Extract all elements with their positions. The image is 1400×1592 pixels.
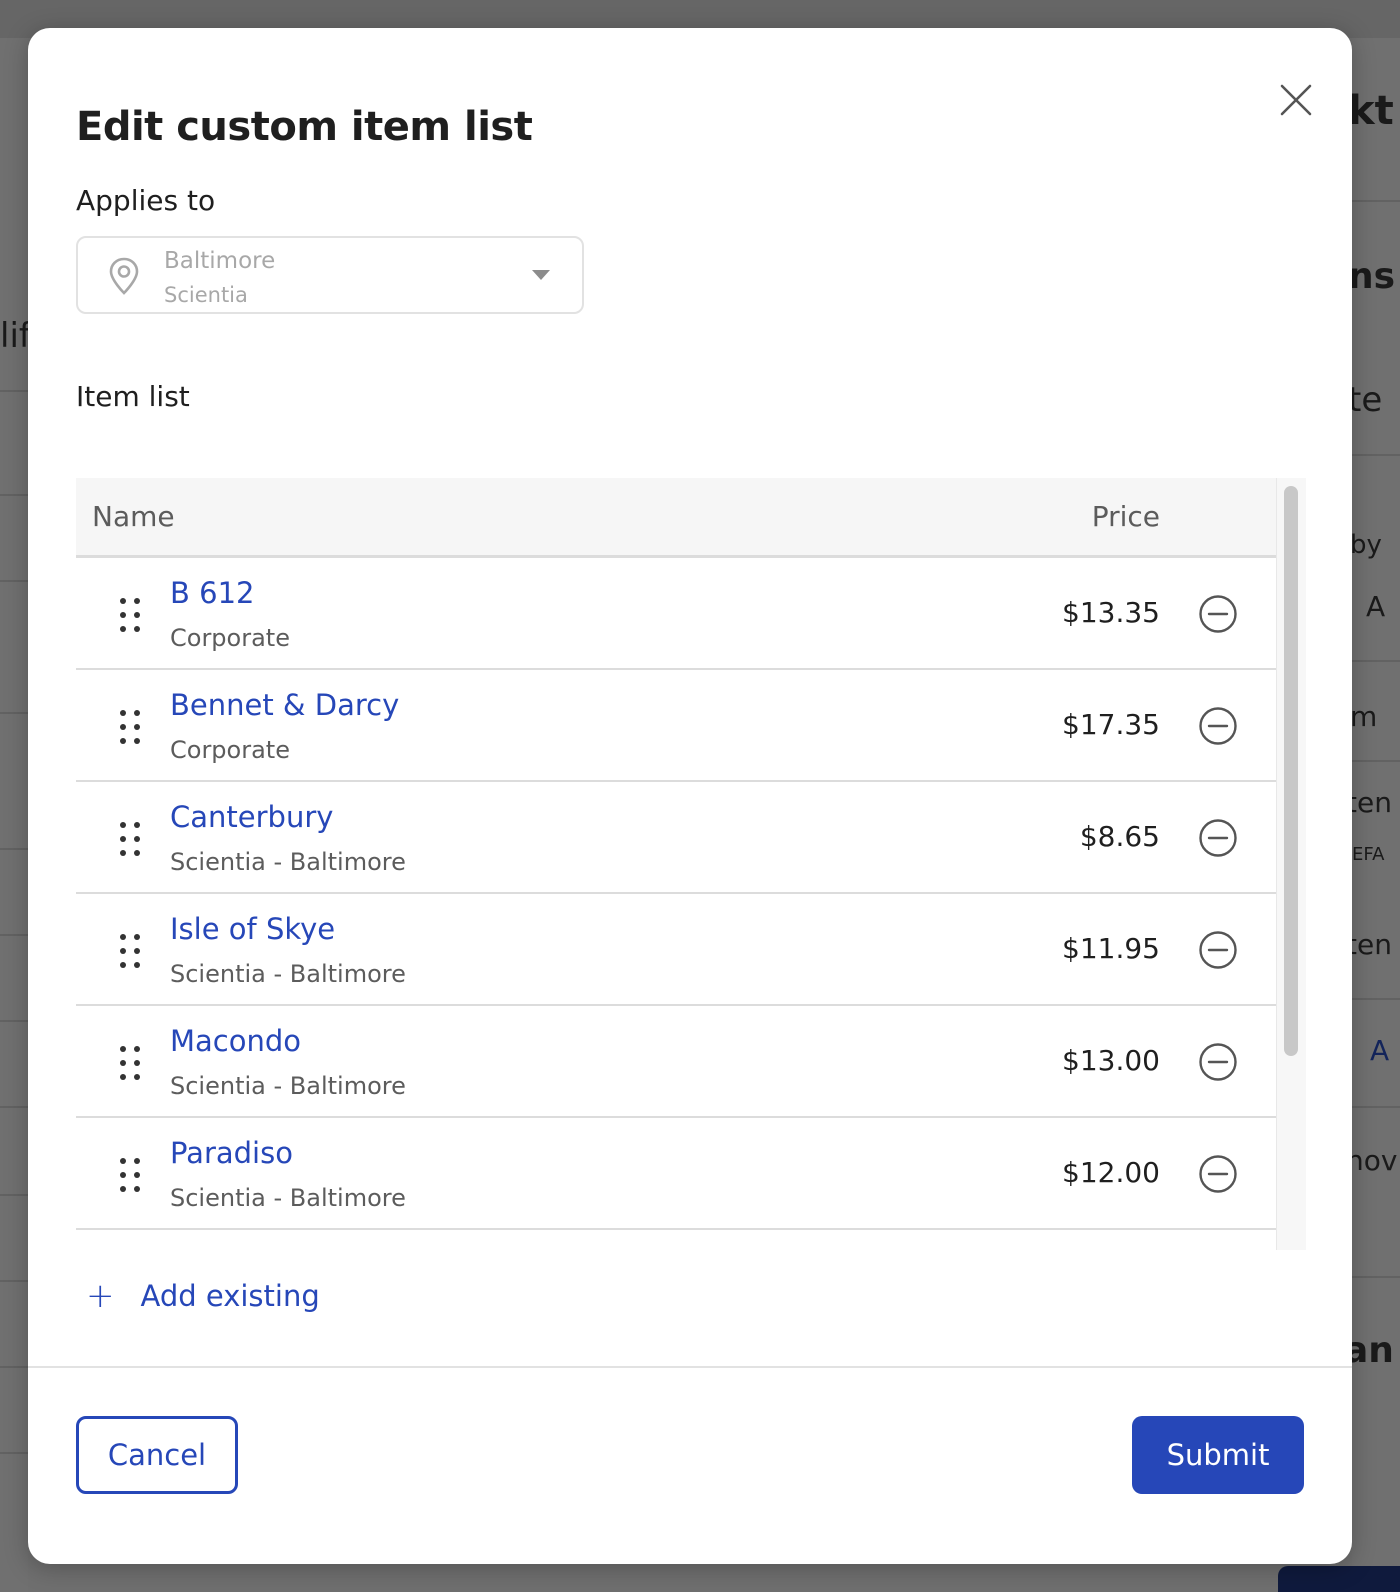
item-name-link[interactable]: Isle of Skye [170,912,335,946]
background-text: lif [0,316,31,356]
submit-button[interactable]: Submit [1132,1416,1304,1494]
remove-item-icon[interactable] [1198,1042,1238,1082]
item-group: Scientia - Baltimore [170,1184,406,1212]
location-select[interactable]: Baltimore Scientia [76,236,584,314]
plus-icon: + [86,1276,115,1316]
remove-item-icon[interactable] [1198,1154,1238,1194]
table-row: B 612 Corporate $13.35 [76,558,1276,670]
table-row: Isle of Skye Scientia - Baltimore $11.95 [76,894,1276,1006]
item-list-label: Item list [76,380,190,413]
background-divider [1352,998,1400,1000]
item-group: Scientia - Baltimore [170,1072,406,1100]
table-row: Paradiso Scientia - Baltimore $12.00 [76,1118,1276,1230]
footer-divider [28,1366,1352,1368]
background-divider [0,494,28,496]
table-row: Macondo Scientia - Baltimore $13.00 [76,1006,1276,1118]
selected-location-city: Baltimore [164,248,276,274]
location-pin-icon [109,257,139,295]
applies-to-label: Applies to [76,184,216,217]
remove-item-icon[interactable] [1198,594,1238,634]
background-divider [0,712,28,714]
background-divider [1352,1106,1400,1108]
item-price: $17.35 [1062,708,1160,741]
item-name-link[interactable]: B 612 [170,576,254,610]
item-name-link[interactable]: Paradiso [170,1136,293,1170]
item-name-link[interactable]: Bennet & Darcy [170,688,399,722]
background-button [1278,1566,1400,1592]
column-header-price: Price [1091,500,1160,533]
background-divider [1352,200,1400,202]
background-divider [1352,660,1400,662]
item-price: $13.35 [1062,596,1160,629]
close-icon [1280,84,1312,116]
background-left-panel [0,38,28,1592]
drag-handle-icon[interactable] [120,934,142,968]
table-row: Bennet & Darcy Corporate $17.35 [76,670,1276,782]
background-text: hov [1346,1144,1398,1177]
background-divider [0,934,28,936]
drag-handle-icon[interactable] [120,822,142,856]
add-existing-label: Add existing [140,1279,320,1313]
background-text: kt [1348,88,1394,134]
background-text: te [1348,380,1383,420]
drag-handle-icon[interactable] [120,1158,142,1192]
modal-title: Edit custom item list [76,104,533,150]
background-text: A [1370,1034,1390,1067]
add-existing-button[interactable]: + Add existing [86,1276,320,1316]
cancel-button[interactable]: Cancel [76,1416,238,1494]
background-text: by [1350,530,1382,560]
remove-item-icon[interactable] [1198,818,1238,858]
table-body: B 612 Corporate $13.35 Bennet & Darcy Co… [76,558,1276,1230]
item-price: $13.00 [1062,1044,1160,1077]
item-name-link[interactable]: Canterbury [170,800,333,834]
background-divider [1352,454,1400,456]
item-group: Scientia - Baltimore [170,848,406,876]
background-divider [1352,1276,1400,1278]
background-text: m [1350,700,1378,733]
edit-item-list-modal: Edit custom item list Applies to Baltimo… [28,28,1352,1564]
background-divider [0,1366,28,1368]
background-divider [0,1280,28,1282]
drag-handle-icon[interactable] [120,710,142,744]
item-group: Corporate [170,736,290,764]
drag-handle-icon[interactable] [120,1046,142,1080]
item-list-table: Name Price B 612 Corporate $13.35 Bennet… [76,478,1306,1250]
background-divider [0,1106,28,1108]
background-divider [0,1452,28,1454]
background-divider [0,390,28,392]
item-price: $12.00 [1062,1156,1160,1189]
table-scrollbar[interactable] [1276,478,1306,1250]
background-text: EFA [1352,844,1385,865]
table-row: Canterbury Scientia - Baltimore $8.65 [76,782,1276,894]
chevron-down-icon [532,270,550,280]
remove-item-icon[interactable] [1198,930,1238,970]
background-text: ten [1346,928,1392,961]
background-text: ns [1348,256,1396,297]
background-text: ten [1346,786,1392,819]
item-price: $8.65 [1079,820,1160,853]
item-group: Corporate [170,624,290,652]
background-divider [0,1194,28,1196]
scrollbar-thumb[interactable] [1284,486,1298,1056]
item-group: Scientia - Baltimore [170,960,406,988]
background-divider [0,1020,28,1022]
background-text: A [1366,590,1386,623]
drag-handle-icon[interactable] [120,598,142,632]
table-header: Name Price [76,478,1276,558]
column-header-name: Name [92,500,175,533]
background-divider [1352,760,1400,762]
selected-location-brand: Scientia [164,283,248,307]
item-price: $11.95 [1062,932,1160,965]
background-divider [0,580,28,582]
remove-item-icon[interactable] [1198,706,1238,746]
background-divider [0,848,28,850]
item-name-link[interactable]: Macondo [170,1024,301,1058]
close-button[interactable] [1268,72,1324,128]
